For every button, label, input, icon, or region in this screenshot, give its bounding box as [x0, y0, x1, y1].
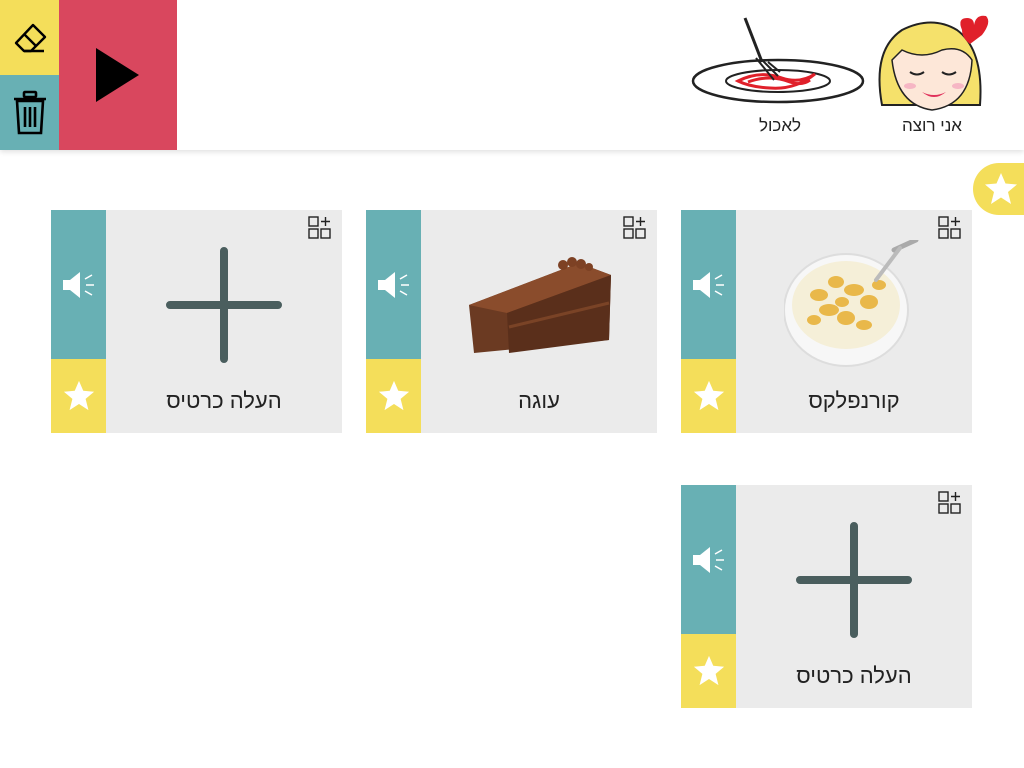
card-upload[interactable]: העלה כרטיס [681, 485, 972, 708]
speaker-icon [377, 271, 409, 298]
eraser-icon [14, 23, 46, 52]
card-label: העלה כרטיס [166, 388, 282, 413]
star-icon [693, 655, 724, 686]
sentence-card-eat[interactable]: לאכול [690, 10, 870, 140]
star-icon [63, 380, 94, 411]
sentence-card-label: אני רוצה [902, 116, 962, 135]
grid-add-icon[interactable] [623, 216, 647, 240]
speak-button[interactable] [51, 210, 106, 359]
card-cornflakes[interactable]: קורנפלקס [681, 210, 972, 433]
speaker-icon [692, 271, 724, 298]
plus-icon [736, 515, 972, 645]
play-button[interactable] [59, 0, 177, 150]
speaker-icon [62, 271, 94, 298]
plus-icon [106, 240, 342, 370]
trash-button[interactable] [0, 75, 59, 150]
star-icon [985, 173, 1017, 204]
card-label: העלה כרטיס [796, 663, 912, 688]
card-upload[interactable]: העלה כרטיס [51, 210, 342, 433]
sentence-card-label: לאכול [758, 116, 802, 135]
chocolate-cake-image [421, 240, 657, 370]
favorites-toggle[interactable] [973, 163, 1024, 215]
star-icon [378, 380, 409, 411]
play-icon [96, 48, 139, 102]
sentence-bar: לאכול אני רוצה [0, 0, 1024, 150]
cornflakes-bowl-image [736, 240, 972, 370]
favorite-button[interactable] [681, 634, 736, 708]
grid-add-icon[interactable] [308, 216, 332, 240]
erase-button[interactable] [0, 0, 59, 75]
grid-add-icon[interactable] [938, 216, 962, 240]
favorite-button[interactable] [681, 359, 736, 433]
speak-button[interactable] [681, 485, 736, 634]
favorite-button[interactable] [366, 359, 421, 433]
sentence-card-i-want[interactable]: אני רוצה [862, 10, 1002, 140]
card-label: עוגה [518, 388, 560, 413]
trash-icon [13, 90, 46, 134]
plate-fork-icon [691, 17, 865, 104]
card-label: קורנפלקס [808, 388, 900, 413]
speak-button[interactable] [366, 210, 421, 359]
speaker-icon [692, 546, 724, 573]
girl-face-icon [878, 15, 989, 111]
card-cake[interactable]: עוגה [366, 210, 657, 433]
grid-add-icon[interactable] [938, 491, 962, 515]
speak-button[interactable] [681, 210, 736, 359]
star-icon [693, 380, 724, 411]
favorite-button[interactable] [51, 359, 106, 433]
